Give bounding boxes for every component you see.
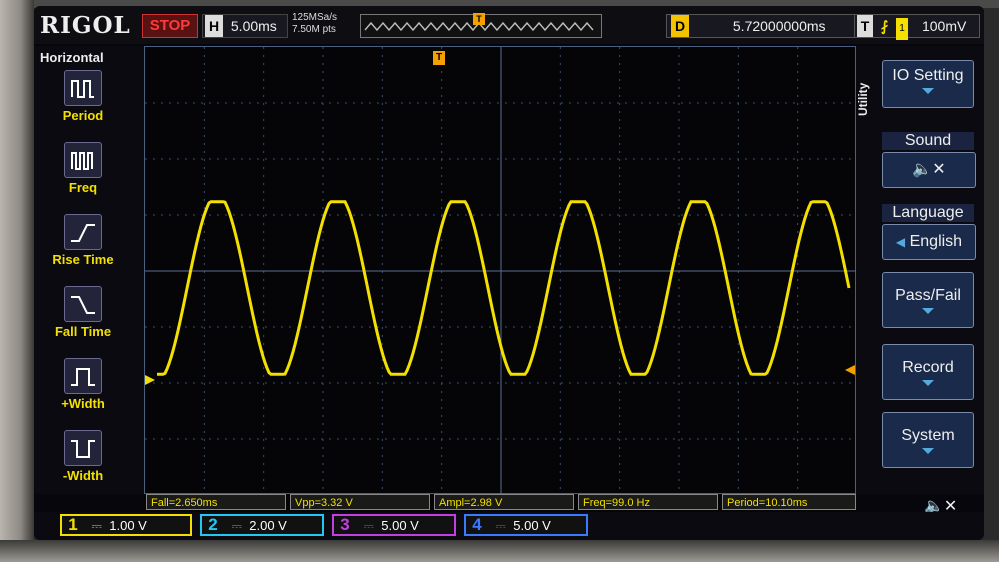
channel-1-waveform — [157, 200, 851, 376]
channel-4[interactable]: 4 ⎓ 5.00 V — [464, 514, 588, 536]
fall-time-icon — [64, 286, 102, 322]
channel-1[interactable]: 1 ⎓ 1.00 V — [60, 514, 192, 536]
trigger-source: 1 — [896, 18, 909, 40]
measurement-freq: Freq=99.0 Hz — [578, 494, 718, 510]
measure-label: Freq — [68, 180, 98, 195]
delay-display[interactable]: D 5.72000000ms — [666, 14, 858, 38]
measurement-ampl: Ampl=2.98 V — [434, 494, 574, 510]
measure-label: +Width — [61, 396, 105, 411]
dc-coupling-icon: ⎓ — [363, 518, 374, 533]
system-button[interactable]: System — [882, 412, 974, 468]
measure-rise-time[interactable]: Rise Time — [34, 214, 144, 284]
measure-label: Period — [62, 108, 104, 123]
channel-3[interactable]: 3 ⎓ 5.00 V — [332, 514, 456, 536]
measure-label: Fall Time — [54, 324, 112, 339]
measure-label: Rise Time — [52, 252, 114, 267]
negative-width-icon — [64, 430, 102, 466]
sound-toggle[interactable]: 🔈✕ — [882, 152, 976, 188]
channel-scale: 1.00 V — [109, 518, 147, 533]
oscilloscope-screen: RIGOL STOP H 5.00ms 125MSa/s 7.50M pts T… — [34, 6, 984, 540]
utility-menu: Utility IO Setting Sound 🔈✕ Language ◀ E… — [856, 46, 984, 494]
channel-number: 4 — [472, 515, 482, 534]
chevron-down-icon — [922, 88, 934, 94]
channel-number: 3 — [340, 515, 350, 534]
trigger-label: T — [857, 15, 873, 37]
timebase-display[interactable]: H 5.00ms — [202, 14, 288, 38]
waveform-display[interactable]: T — [144, 46, 857, 495]
channel-scale: 5.00 V — [381, 518, 419, 533]
rise-time-icon — [64, 214, 102, 250]
measure-fall-time[interactable]: Fall Time — [34, 286, 144, 356]
channel-scale: 5.00 V — [513, 518, 551, 533]
dc-coupling-icon: ⎓ — [91, 518, 102, 533]
period-icon — [64, 70, 102, 106]
chevron-down-icon — [922, 380, 934, 386]
trigger-display[interactable]: T ⨏ 1 100mV — [854, 14, 980, 40]
timebase-value: 5.00ms — [230, 18, 277, 34]
menu-title: Horizontal — [40, 50, 104, 65]
language-label: Language — [882, 204, 974, 222]
channel-bar: 1 ⎓ 1.00 V 2 ⎓ 2.00 V 3 ⎓ 5.00 V 4 ⎓ 5.0… — [34, 512, 984, 540]
channel-number: 1 — [68, 515, 78, 534]
delay-label: D — [671, 15, 689, 37]
measure-positive-width[interactable]: +Width — [34, 358, 144, 428]
language-select[interactable]: ◀ English — [882, 224, 976, 260]
measure-menu: Horizontal Period Freq Rise Time Fall Ti… — [34, 46, 144, 494]
ch1-ground-marker — [145, 375, 155, 385]
trigger-position-marker: T — [473, 13, 485, 25]
speaker-icon: 🔈✕ — [912, 161, 946, 178]
acquisition-info: 125MSa/s 7.50M pts — [292, 12, 337, 36]
chevron-left-icon: ◀ — [895, 235, 906, 249]
memory-depth: 7.50M pts — [292, 24, 336, 35]
dc-coupling-icon: ⎓ — [231, 518, 242, 533]
chevron-down-icon — [922, 448, 934, 454]
measurement-bar: Fall=2.650ms Vpp=3.32 V Ampl=2.98 V Freq… — [144, 494, 856, 512]
horizontal-label: H — [205, 15, 223, 37]
trigger-level: 100mV — [921, 18, 967, 34]
measurement-period: Period=10.10ms — [722, 494, 856, 510]
channel-scale: 2.00 V — [249, 518, 287, 533]
measure-period[interactable]: Period — [34, 70, 144, 140]
trigger-position-marker: T — [433, 51, 445, 65]
positive-width-icon — [64, 358, 102, 394]
measure-negative-width[interactable]: -Width — [34, 430, 144, 500]
frequency-icon — [64, 142, 102, 178]
sample-rate: 125MSa/s — [292, 12, 338, 23]
pass-fail-button[interactable]: Pass/Fail — [882, 272, 974, 328]
bezel-left — [0, 0, 34, 562]
language-value: English — [909, 233, 963, 250]
utility-title: Utility — [856, 82, 870, 116]
brand-logo: RIGOL — [40, 12, 131, 39]
measurement-vpp: Vpp=3.32 V — [290, 494, 430, 510]
memory-position-bar[interactable]: T — [360, 13, 602, 38]
channel-number: 2 — [208, 515, 218, 534]
channel-2[interactable]: 2 ⎓ 2.00 V — [200, 514, 324, 536]
system-label: System — [901, 427, 955, 444]
delay-value: 5.72000000ms — [732, 18, 826, 34]
bezel-bottom — [0, 540, 999, 562]
record-button[interactable]: Record — [882, 344, 974, 400]
graticule — [145, 47, 857, 495]
trigger-level-marker — [845, 365, 855, 375]
status-bar: RIGOL STOP H 5.00ms 125MSa/s 7.50M pts T… — [34, 6, 984, 44]
pass-fail-label: Pass/Fail — [895, 287, 961, 304]
run-stop-status[interactable]: STOP — [142, 14, 198, 38]
rising-edge-icon: ⨏ — [880, 18, 889, 34]
measurement-fall: Fall=2.650ms — [146, 494, 286, 510]
measure-frequency[interactable]: Freq — [34, 142, 144, 212]
chevron-down-icon — [922, 308, 934, 314]
record-label: Record — [902, 359, 954, 376]
dc-coupling-icon: ⎓ — [495, 518, 506, 533]
measure-label: -Width — [62, 468, 104, 483]
sound-label: Sound — [882, 132, 974, 150]
io-setting-label: IO Setting — [892, 67, 964, 84]
io-setting-button[interactable]: IO Setting — [882, 60, 974, 108]
